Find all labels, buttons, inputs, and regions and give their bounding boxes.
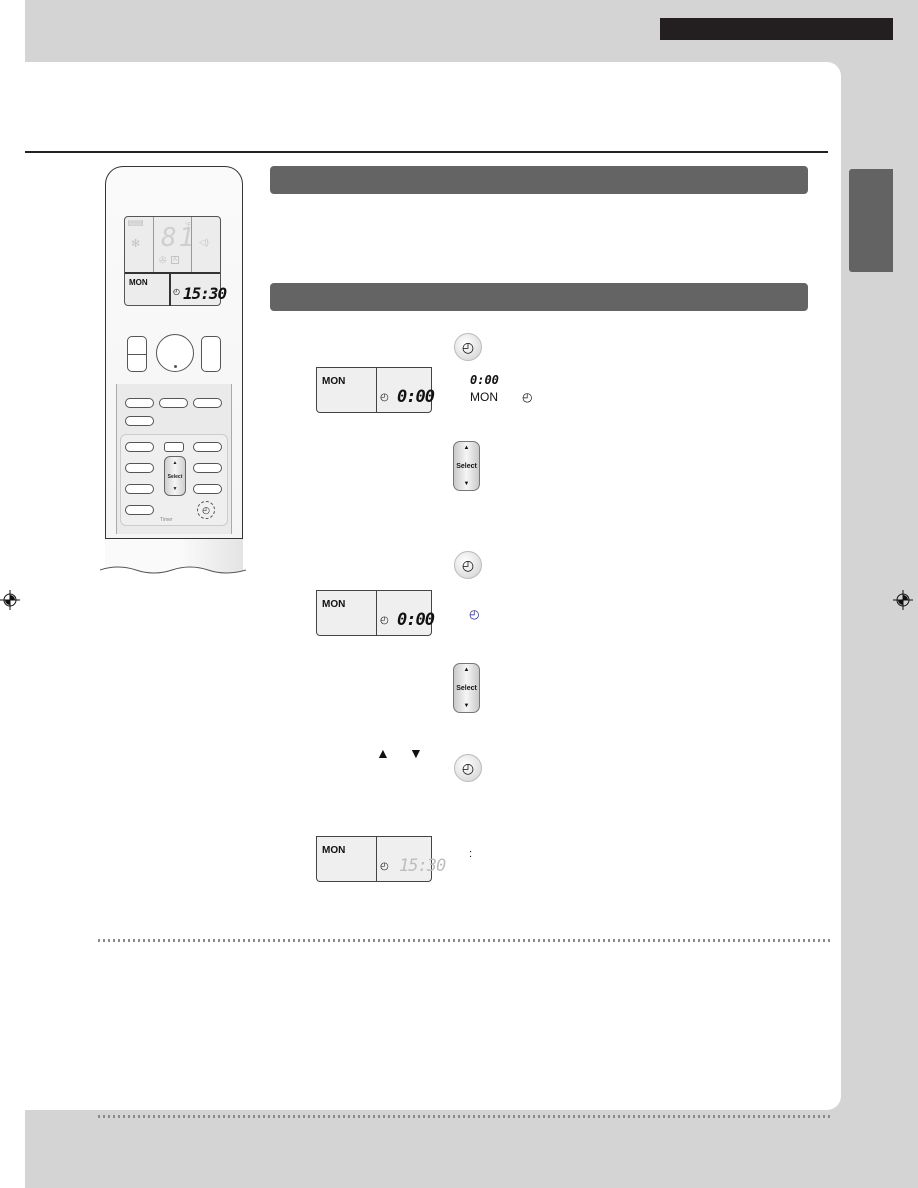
remote-pill-button: [159, 398, 188, 408]
clock-icon: ◴: [522, 390, 533, 404]
lcd-day: MON: [322, 845, 346, 856]
step5-lcd-display: MON ◴ 15:30: [316, 836, 446, 882]
clock-icon-blinking: ◴: [380, 615, 389, 626]
timer-button: ◴: [454, 754, 482, 782]
arrow-down-icon: ▼: [463, 481, 470, 487]
swing-icon: ◁): [199, 237, 209, 247]
mode-rocker-button: [201, 336, 221, 372]
lcd-day: MON: [129, 278, 148, 287]
lcd-mode-indicator: ▒▒▒: [128, 220, 143, 226]
remote-pill-button: [193, 484, 222, 494]
arrow-up-icon: ▲: [376, 745, 390, 761]
note-divider-top: [98, 939, 830, 942]
clock-icon: ◴: [173, 287, 180, 296]
timer-label: Timer: [160, 517, 173, 523]
lcd-temp-unit: °F: [185, 223, 192, 229]
lcd-time: 15:30: [183, 284, 227, 303]
clock-icon-blinking: ◴: [380, 392, 389, 403]
torn-edge: [100, 566, 246, 578]
legend-day: MON: [470, 390, 498, 404]
power-button: [156, 334, 194, 372]
clock-icon: ◴: [202, 505, 210, 515]
clock-icon: ◴: [461, 339, 475, 355]
remote-pill-button: [193, 398, 222, 408]
remote-pill-button: [125, 484, 154, 494]
lcd-divider: [153, 217, 154, 272]
arrow-up-icon: ▲: [172, 460, 178, 466]
snowflake-icon: ✻: [131, 238, 141, 250]
select-label: Select: [167, 474, 183, 480]
note-divider-bottom: [98, 1115, 830, 1118]
timer-button: ◴: [454, 333, 482, 361]
remote-select-button: ▲ Select ▼: [164, 456, 186, 496]
lcd-day-blinking: MON: [322, 376, 346, 387]
timer-button: ◴: [454, 551, 482, 579]
clock-icon: ◴: [380, 861, 389, 872]
arrow-down-icon: ▼: [409, 745, 423, 761]
lcd-time: 0:00: [397, 610, 435, 630]
fan-icon: ✇: [159, 255, 167, 265]
remote-pill-button: [125, 463, 154, 473]
remote-pill-button: [125, 416, 154, 426]
remote-pill-button: [193, 442, 222, 452]
header-bar: [660, 18, 893, 40]
lcd-time: 0:00: [397, 387, 435, 407]
select-button: ▲ Select ▼: [453, 663, 480, 713]
arrow-down-icon: ▼: [172, 486, 178, 492]
section-header-bar-1: [270, 166, 808, 194]
lcd-divider: [376, 590, 377, 635]
remote-small-button: [164, 442, 184, 452]
remote-control-illustration: ▒▒▒ ✻ 81 °F ✇ A ◁) MON ◴ 15:30 ▲ Select …: [100, 166, 246, 578]
section-side-tab: [849, 169, 893, 272]
legend-colon: :: [469, 848, 473, 860]
title-divider: [25, 151, 828, 153]
lcd-divider: [125, 272, 220, 274]
lcd-day: MON: [322, 599, 346, 610]
clock-icon: ◴: [461, 557, 475, 573]
lcd-time-colon-blinking: 15:30: [399, 856, 446, 876]
remote-lcd-display: ▒▒▒ ✻ 81 °F ✇ A ◁) MON ◴ 15:30: [124, 216, 227, 306]
remote-pill-button: [193, 463, 222, 473]
remote-pill-button: [125, 442, 154, 452]
select-button: ▲ Select ▼: [453, 441, 480, 491]
step1-lcd-display: MON ◴ 0:00: [316, 367, 435, 413]
arrow-down-icon: ▼: [463, 703, 470, 709]
clock-icon: ◴: [461, 760, 475, 776]
clock-icon: ◴: [469, 607, 480, 621]
remote-timer-button: ◴: [197, 501, 215, 519]
remote-pill-button: [125, 505, 154, 515]
select-label: Select: [456, 685, 477, 692]
arrow-up-icon: ▲: [463, 667, 470, 673]
legend-time: 0:00: [470, 373, 499, 387]
section-header-bar-2: [270, 283, 808, 311]
lcd-fan-mode: A: [171, 256, 180, 264]
remote-pill-button: [125, 398, 154, 408]
lcd-divider: [376, 367, 377, 412]
select-label: Select: [456, 463, 477, 470]
lcd-divider: [376, 836, 377, 881]
step3-lcd-display: MON ◴ 0:00: [316, 590, 435, 636]
lcd-divider: [169, 272, 171, 306]
arrow-up-icon: ▲: [463, 445, 470, 451]
registration-mark-icon: [893, 590, 913, 610]
temp-rocker-button: [127, 336, 147, 372]
registration-mark-icon: [0, 590, 20, 610]
